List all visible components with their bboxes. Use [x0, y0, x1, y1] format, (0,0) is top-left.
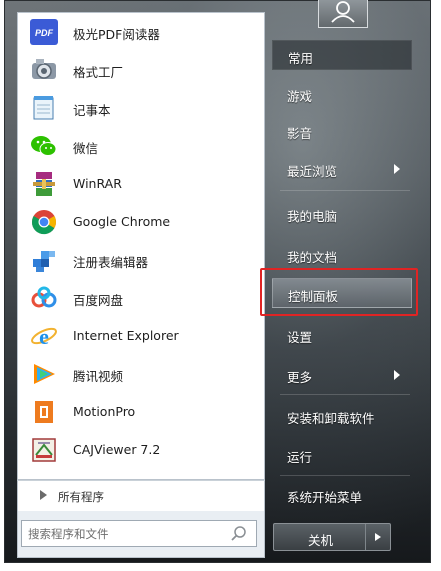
motionpro-icon — [29, 398, 59, 426]
search-input[interactable] — [28, 525, 218, 542]
all-programs-button[interactable]: 所有程序 — [17, 481, 265, 511]
baidu-netdisk-icon — [29, 284, 59, 312]
program-item-internet-explorer[interactable]: e Internet Explorer — [18, 317, 264, 355]
cajviewer-icon — [29, 436, 59, 464]
divider — [280, 394, 410, 395]
right-menu-settings[interactable]: 设置 — [272, 320, 412, 350]
user-avatar[interactable] — [318, 0, 368, 28]
registry-editor-icon — [29, 246, 59, 274]
submenu-arrow-icon — [394, 164, 400, 174]
program-label: 注册表编辑器 — [73, 255, 149, 270]
program-item-notepad[interactable]: 记事本 — [18, 89, 264, 127]
right-menu-label: 运行 — [287, 450, 313, 465]
program-label: 百度网盘 — [73, 293, 124, 308]
right-menu-label: 系统开始菜单 — [287, 490, 363, 505]
internet-explorer-icon: e — [29, 322, 59, 350]
right-menu-my-computer[interactable]: 我的电脑 — [272, 199, 412, 229]
all-programs-label: 所有程序 — [58, 490, 104, 504]
program-item-winrar[interactable]: WinRAR — [18, 165, 264, 203]
program-label: 极光PDF阅读器 — [73, 27, 160, 42]
right-menu-label: 我的文档 — [287, 250, 338, 265]
right-menu-common[interactable]: 常用 — [272, 40, 412, 70]
right-menu-run[interactable]: 运行 — [272, 440, 412, 470]
program-item-google-chrome[interactable]: Google Chrome — [18, 203, 264, 241]
search-box[interactable] — [21, 520, 257, 547]
program-item-wechat[interactable]: 微信 — [18, 127, 264, 165]
right-menu-label: 游戏 — [287, 89, 313, 104]
program-list: PDF 极光PDF阅读器 格式工厂 记事本 微信 WinRAR Google C… — [17, 12, 265, 480]
program-label: Internet Explorer — [73, 328, 179, 343]
right-menu-system-start-menu[interactable]: 系统开始菜单 — [272, 480, 412, 510]
search-icon[interactable] — [230, 525, 248, 543]
right-menu-more[interactable]: 更多 — [272, 360, 412, 390]
right-menu-my-documents[interactable]: 我的文档 — [272, 240, 412, 270]
program-label: Google Chrome — [73, 214, 171, 229]
divider — [280, 190, 410, 191]
program-item-cajviewer[interactable]: CAJViewer 7.2 — [18, 431, 264, 469]
right-menu-label: 影音 — [287, 126, 313, 141]
tencent-video-icon — [29, 360, 59, 388]
right-menu-label: 最近浏览 — [287, 164, 338, 179]
right-menu-games[interactable]: 游戏 — [272, 79, 412, 109]
right-menu-recent[interactable]: 最近浏览 — [272, 154, 412, 184]
right-menu-label: 更多 — [287, 370, 313, 385]
user-icon — [331, 1, 355, 23]
right-menu-label: 我的电脑 — [287, 209, 338, 224]
program-label: 微信 — [73, 141, 99, 156]
program-label: 记事本 — [73, 103, 111, 118]
notepad-icon — [29, 94, 59, 122]
shutdown-options-button[interactable] — [366, 524, 390, 550]
winrar-icon — [29, 170, 59, 198]
program-item-baidu-netdisk[interactable]: 百度网盘 — [18, 279, 264, 317]
svg-text:PDF: PDF — [35, 28, 54, 38]
format-factory-icon — [29, 56, 59, 84]
program-label: MotionPro — [73, 404, 136, 419]
divider — [280, 475, 410, 476]
wechat-icon — [29, 132, 59, 160]
program-label: 格式工厂 — [73, 65, 124, 80]
chrome-icon — [29, 208, 59, 236]
submenu-arrow-icon — [394, 370, 400, 380]
chevron-right-icon — [375, 533, 382, 541]
right-menu-media[interactable]: 影音 — [272, 116, 412, 146]
program-item-format-factory[interactable]: 格式工厂 — [18, 51, 264, 89]
program-item-jiguang-pdf[interactable]: PDF 极光PDF阅读器 — [18, 13, 264, 51]
right-menu-install-uninstall[interactable]: 安装和卸载软件 — [272, 401, 412, 431]
program-item-tencent-video[interactable]: 腾讯视频 — [18, 355, 264, 393]
highlight-annotation — [260, 268, 418, 316]
program-label: 腾讯视频 — [73, 369, 124, 384]
program-item-motionpro[interactable]: MotionPro — [18, 393, 264, 431]
expand-arrow-icon — [40, 490, 47, 500]
program-label: CAJViewer 7.2 — [73, 442, 161, 457]
right-menu-label: 设置 — [287, 330, 313, 345]
svg-text:e: e — [39, 324, 49, 349]
shutdown-button-group: 关机 — [273, 523, 391, 551]
right-menu-label: 常用 — [288, 51, 314, 66]
search-area — [17, 511, 265, 558]
right-menu-label: 安装和卸载软件 — [287, 411, 375, 426]
program-item-registry-editor[interactable]: 注册表编辑器 — [18, 241, 264, 279]
shutdown-label: 关机 — [308, 533, 334, 548]
program-label: WinRAR — [73, 176, 122, 191]
pdf-reader-icon: PDF — [29, 18, 59, 46]
shutdown-button[interactable]: 关机 — [274, 524, 367, 550]
